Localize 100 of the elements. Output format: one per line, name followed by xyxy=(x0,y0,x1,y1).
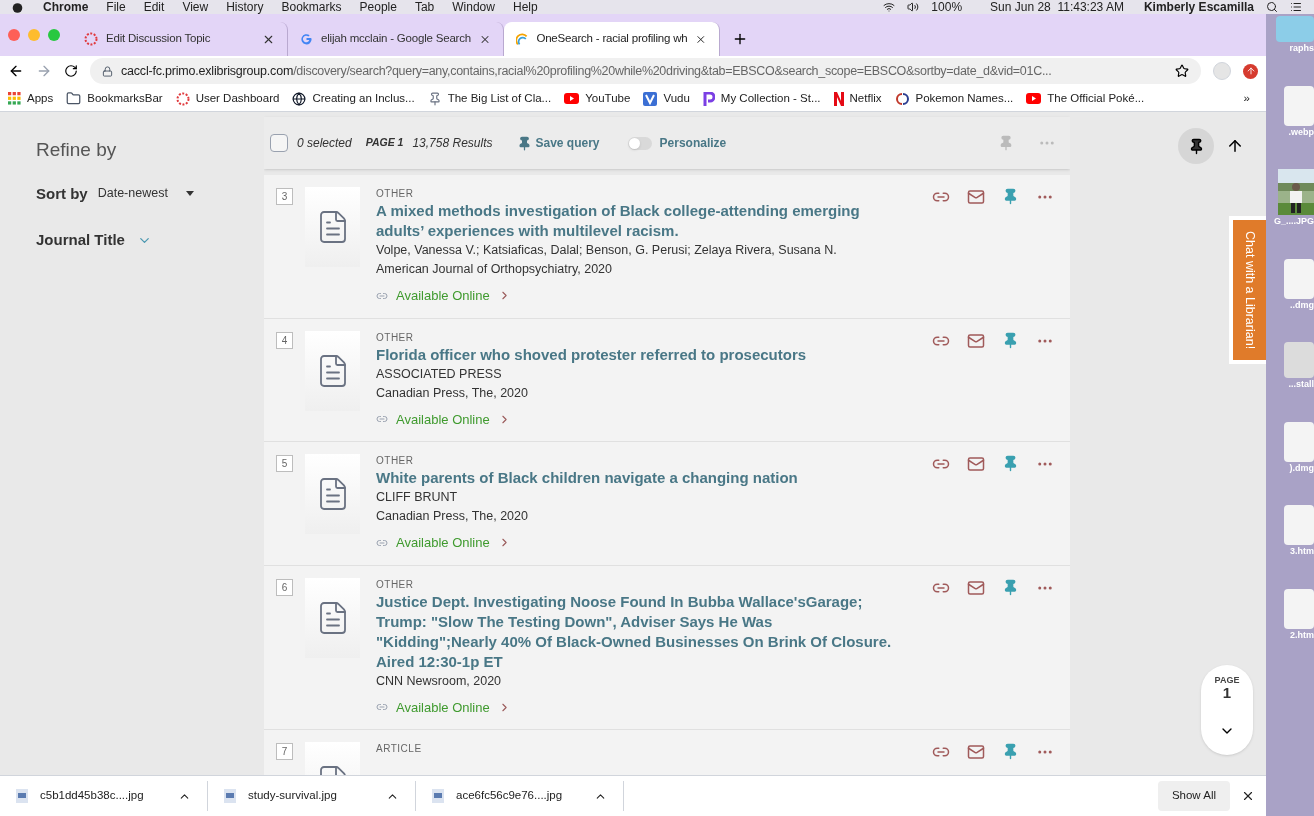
menu-item[interactable]: Window xyxy=(452,1,495,13)
play-logo-icon xyxy=(564,93,580,104)
menu-item[interactable]: File xyxy=(106,1,126,13)
result-title[interactable]: Florida officer who shoved protester referred to prosecutors xyxy=(376,344,896,365)
folder-icon xyxy=(1276,16,1314,42)
bookmark-item[interactable]: Netflix xyxy=(833,89,882,108)
browser-tab[interactable]: OneSearch - racial profiling wh xyxy=(504,22,720,56)
scroll-top-icon[interactable] xyxy=(1226,137,1244,155)
download-item[interactable]: c5b1dd45b38c....jpg xyxy=(0,781,208,811)
page-indicator[interactable]: PAGE 1 xyxy=(1201,665,1253,755)
swirl-logo-icon xyxy=(894,91,910,106)
pin-icon[interactable] xyxy=(1002,743,1019,760)
pin-icon[interactable] xyxy=(1002,578,1019,596)
bookmark-item[interactable]: The Official Poké... xyxy=(1026,89,1145,108)
image-file-icon xyxy=(432,789,444,803)
selected-count: 0 selected xyxy=(297,135,352,152)
select-all-checkbox[interactable] xyxy=(270,134,288,152)
bookmark-star-icon[interactable] xyxy=(1175,64,1189,78)
result-title[interactable]: Justice Dept. Investigating Noose Found In Bubba Wallace'sGarage; Trump: "Slow The Testing Down", Adviser Says He Was "Kidding";Nearly 40% Of Black-Owned Businesses On Brink Of Closure. Aired 12:30-1p ET xyxy=(376,591,896,672)
sort-dropdown[interactable]: Date-newest xyxy=(97,184,194,204)
document-thumbnail-icon xyxy=(305,454,360,534)
bookmark-item[interactable]: My Collection - St... xyxy=(702,89,821,108)
email-icon[interactable] xyxy=(967,455,985,473)
folder-icon xyxy=(66,91,82,106)
bookmark-item[interactable]: BookmarksBar xyxy=(66,89,163,108)
download-item[interactable]: ace6fc56c9e76....jpg xyxy=(416,781,624,811)
result-type: OTHER xyxy=(376,187,415,201)
desktop-file-label: ...stall xyxy=(1288,378,1314,391)
desktop-file-label: ).dmg xyxy=(1289,461,1314,475)
more-bookmarks-chevron[interactable]: » xyxy=(1243,89,1250,108)
desktop-file-label: ..dmg xyxy=(1290,298,1314,312)
results-count: 13,758 Results xyxy=(412,135,493,152)
document-icon xyxy=(1284,421,1314,462)
result-detail: Volpe, Vanessa V.; Katsiaficas, Dalal; Benson, G. Perusi; Zelaya Rivera, Susana N. xyxy=(376,242,838,259)
v-logo-icon xyxy=(643,91,658,106)
page-label: PAGE 1 xyxy=(365,135,404,151)
pin-button[interactable] xyxy=(1178,128,1214,164)
lock-icon xyxy=(102,65,113,77)
email-icon[interactable] xyxy=(967,578,985,597)
result-detail: Canadian Press, The, 2020 xyxy=(376,384,529,402)
volume-icon[interactable] xyxy=(907,1,920,13)
sort-label: Sort by xyxy=(36,183,88,204)
personalize-toggle[interactable] xyxy=(627,136,652,150)
result-type: ARTICLE xyxy=(376,742,423,756)
document-icon xyxy=(1284,85,1314,126)
menu-item[interactable]: Bookmarks xyxy=(281,1,342,13)
apple-logo-icon[interactable] xyxy=(12,1,23,13)
reload-icon[interactable] xyxy=(64,64,78,78)
bookmark-item[interactable]: YouTube xyxy=(564,89,631,108)
download-item[interactable]: study-survival.jpg xyxy=(208,781,416,811)
show-all-button[interactable]: Show All xyxy=(1157,781,1230,811)
desktop-file-label: raphs xyxy=(1289,42,1314,55)
p-logo-icon xyxy=(702,91,715,106)
bookmark-item[interactable]: Apps xyxy=(8,89,54,108)
result-detail: CLIFF BRUNT xyxy=(376,489,459,506)
caret-down-icon xyxy=(185,191,194,197)
close-icon[interactable] xyxy=(1241,789,1255,803)
email-icon[interactable] xyxy=(967,331,985,350)
bookmark-item[interactable]: Creating an Inclus... xyxy=(292,89,415,108)
menu-item[interactable]: People xyxy=(359,1,397,13)
canvas-logo-icon xyxy=(175,91,190,106)
drive-icon xyxy=(1284,342,1314,378)
save-query-button[interactable]: Save query xyxy=(516,134,600,152)
bookmark-item[interactable]: The Big List of Cla... xyxy=(427,89,552,108)
result-title[interactable]: A mixed methods investigation of Black college-attending emerging adults’ experiences with multilevel racism. xyxy=(376,201,896,241)
email-icon[interactable] xyxy=(967,743,985,761)
email-icon[interactable] xyxy=(967,188,985,206)
menu-item[interactable]: View xyxy=(182,1,209,13)
search-icon[interactable] xyxy=(1266,1,1278,13)
menu-item[interactable]: Tab xyxy=(414,1,435,13)
menu-item[interactable]: Help xyxy=(512,1,538,13)
pin-icon[interactable] xyxy=(1002,188,1019,205)
bookmark-item[interactable]: User Dashboard xyxy=(175,89,280,108)
menu-item[interactable]: Edit xyxy=(143,1,165,13)
result-title[interactable]: White parents of Black children navigate a changing nation xyxy=(376,468,896,488)
wifi-icon[interactable] xyxy=(883,1,896,13)
refine-heading: Refine by xyxy=(36,138,118,162)
pin-icon[interactable] xyxy=(1002,331,1019,349)
desktop-file-label: 2.htm xyxy=(1290,628,1314,642)
result-number: 6 xyxy=(276,578,293,596)
update-icon[interactable] xyxy=(1243,63,1258,79)
menu-item[interactable]: History xyxy=(226,1,264,13)
menu-item[interactable]: Chrome xyxy=(43,1,89,13)
desktop-file-label: .webp xyxy=(1288,125,1314,139)
new-tab-icon[interactable] xyxy=(732,31,748,47)
bookmark-item[interactable]: Pokemon Names... xyxy=(894,89,1014,108)
google-logo-icon xyxy=(300,32,313,46)
user-name[interactable]: Kimberly Escamilla xyxy=(1143,1,1254,13)
facet-toggle[interactable]: Journal Title xyxy=(36,229,228,252)
list-icon[interactable] xyxy=(1290,1,1302,13)
n-logo-icon xyxy=(833,91,844,106)
pin-icon[interactable] xyxy=(1002,455,1019,472)
menu-clock: Sun Jun 28 11:43:23 AM xyxy=(990,1,1124,13)
result-number: 3 xyxy=(276,188,293,205)
back-icon[interactable] xyxy=(8,63,24,79)
address-bar[interactable]: caccl-fc.primo.exlibrisgroup.com/discovery/search?query=any,contains,racial%20profiling%20while%20driving&tab=EBSCO&search_scope=EBSCO&sortby=date_d&vid=01C... xyxy=(90,58,1201,84)
result-number: 7 xyxy=(276,743,293,760)
forward-icon[interactable] xyxy=(36,63,52,79)
document-icon xyxy=(1284,588,1314,629)
bookmark-item[interactable]: Vudu xyxy=(643,89,690,108)
